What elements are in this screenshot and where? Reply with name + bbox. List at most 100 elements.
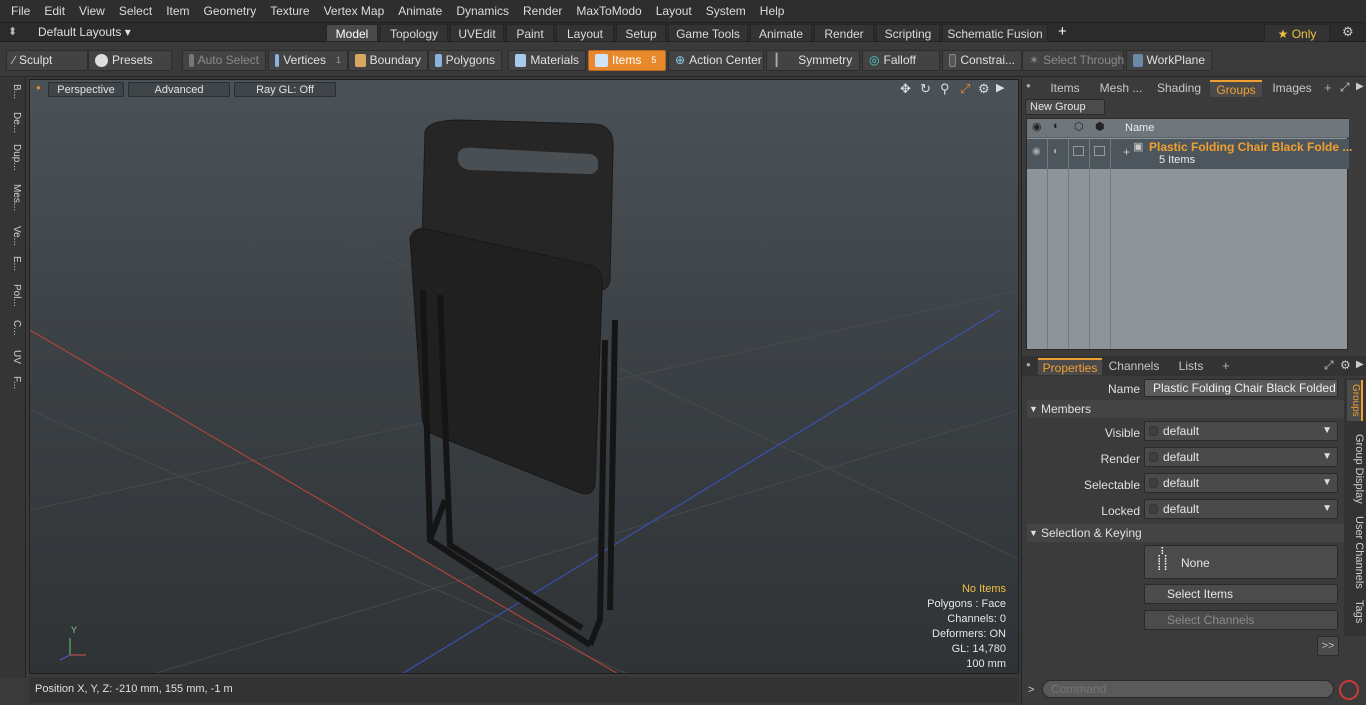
viewport-expand-icon[interactable]: ▶ (996, 81, 1004, 94)
constraints-button[interactable]: Constrai... (942, 50, 1022, 71)
left-tab-curve[interactable]: C... (4, 320, 22, 336)
presets-button[interactable]: Presets (88, 50, 172, 71)
tab-render[interactable]: Render (814, 24, 874, 42)
tab-mesh[interactable]: Mesh ... (1094, 80, 1148, 97)
groups-list[interactable]: ◉ ◐ ⬡ ⬢ Name ◉ ◐ + ▣ Plastic Folding Cha… (1026, 118, 1352, 350)
left-tab-mesh-edit[interactable]: Mes... (4, 184, 22, 211)
panel-menu-dot-icon[interactable]: ● (1026, 81, 1031, 90)
props-maximize-icon[interactable]: ⤢ (1324, 358, 1334, 373)
left-tab-duplicate[interactable]: Dup... (4, 144, 22, 171)
tab-topology[interactable]: Topology (380, 24, 448, 42)
menu-vertex-map[interactable]: Vertex Map (317, 0, 392, 22)
new-group-button[interactable]: New Group (1025, 99, 1105, 115)
tab-game-tools[interactable]: Game Tools (668, 24, 748, 42)
perspective-button[interactable]: Perspective (48, 82, 124, 97)
row-select-checkbox[interactable] (1094, 146, 1105, 156)
menu-system[interactable]: System (699, 0, 753, 22)
add-props-tab-button[interactable]: + (1222, 358, 1230, 373)
left-tab-deform[interactable]: De... (4, 112, 22, 133)
record-macro-icon[interactable] (1339, 680, 1359, 700)
menu-geometry[interactable]: Geometry (197, 0, 264, 22)
menu-help[interactable]: Help (753, 0, 792, 22)
props-gear-icon[interactable]: ⚙ (1340, 358, 1351, 372)
visibility-eye-icon[interactable]: ◉ (1032, 120, 1042, 133)
3d-viewport[interactable]: Y ● Perspective Advanced Ray GL: Off ✥ ↻… (29, 79, 1019, 674)
visible-dropdown[interactable]: default ▼ (1144, 421, 1338, 441)
tab-scripting[interactable]: Scripting (876, 24, 940, 42)
polygons-button[interactable]: Polygons (428, 50, 502, 71)
tab-images[interactable]: Images (1266, 80, 1318, 97)
selection-keying-section-header[interactable]: ▼ Selection & Keying (1027, 524, 1347, 542)
viewport-gear-icon[interactable]: ⚙ (978, 81, 990, 97)
tab-uvedit[interactable]: UVEdit (450, 24, 504, 42)
add-panel-tab-button[interactable]: + (1324, 80, 1332, 95)
menu-maxtomodo[interactable]: MaxToModo (569, 0, 648, 22)
locked-dropdown[interactable]: default ▼ (1144, 499, 1338, 519)
render-dropdown[interactable]: default ▼ (1144, 447, 1338, 467)
menu-view[interactable]: View (72, 0, 112, 22)
menu-edit[interactable]: Edit (37, 0, 72, 22)
falloff-button[interactable]: ◎ Falloff (862, 50, 940, 71)
tab-animate[interactable]: Animate (750, 24, 812, 42)
action-center-button[interactable]: ⊕ Action Center (668, 50, 764, 71)
tab-lists[interactable]: Lists (1166, 358, 1216, 375)
tab-model[interactable]: Model (326, 24, 378, 42)
zoom-view-icon[interactable]: ⚲ (940, 81, 950, 97)
select-cube-icon[interactable]: ⬢ (1095, 120, 1105, 133)
vertices-button[interactable]: Vertices 1 (268, 50, 348, 71)
props-menu-dot-icon[interactable]: ● (1026, 360, 1031, 369)
keying-none-button[interactable]: ⠇ ⠇⠇ ⠇⠇ None (1144, 545, 1338, 579)
props-expand-icon[interactable]: ▶ (1356, 359, 1364, 370)
side-tab-group-display[interactable]: Group Display (1347, 434, 1365, 504)
tab-shading[interactable]: Shading (1150, 80, 1208, 97)
tab-layout[interactable]: Layout (556, 24, 614, 42)
menu-file[interactable]: File (4, 0, 37, 22)
tab-paint[interactable]: Paint (506, 24, 554, 42)
menu-texture[interactable]: Texture (263, 0, 316, 22)
sculpt-button[interactable]: ∕ Sculpt (6, 50, 88, 71)
advanced-shading-button[interactable]: Advanced (128, 82, 230, 97)
left-tab-basic[interactable]: B... (4, 84, 22, 99)
layout-selector[interactable]: Default Layouts ▾ (38, 25, 131, 39)
tab-setup[interactable]: Setup (616, 24, 666, 42)
auto-select-button[interactable]: Auto Select (182, 50, 266, 71)
workplane-button[interactable]: WorkPlane (1126, 50, 1212, 71)
left-tab-polygon[interactable]: Pol... (4, 284, 22, 307)
side-tab-groups[interactable]: Groups (1347, 380, 1363, 421)
layout-arrows-icon[interactable]: ⬍ (8, 25, 17, 38)
side-tab-tags[interactable]: Tags (1347, 600, 1365, 623)
select-channels-button[interactable]: Select Channels (1144, 610, 1338, 630)
tab-groups[interactable]: Groups (1210, 80, 1262, 97)
select-through-button[interactable]: ✶ Select Through (1022, 50, 1124, 71)
rotate-view-icon[interactable]: ↻ (920, 81, 931, 97)
tab-items[interactable]: Items (1038, 80, 1092, 97)
menu-render[interactable]: Render (516, 0, 569, 22)
menu-dynamics[interactable]: Dynamics (449, 0, 516, 22)
only-toggle[interactable]: ★ Only (1264, 24, 1330, 42)
add-tab-button[interactable]: + (1058, 23, 1067, 40)
tab-channels[interactable]: Channels (1104, 358, 1164, 375)
tab-schematic-fusion[interactable]: Schematic Fusion (942, 24, 1048, 42)
selectable-dropdown[interactable]: default ▼ (1144, 473, 1338, 493)
left-tab-uv[interactable]: UV (4, 350, 22, 364)
viewport-options-icon[interactable]: ● (36, 83, 41, 92)
command-input[interactable] (1042, 680, 1334, 698)
boundary-button[interactable]: Boundary (348, 50, 428, 71)
left-tab-fusion[interactable]: F... (4, 376, 22, 389)
symmetry-button[interactable]: ┃ Symmetry (766, 50, 860, 71)
row-render-icon[interactable]: ◐ (1053, 146, 1059, 157)
expand-toggle[interactable]: + (1123, 145, 1130, 159)
render-icon[interactable]: ◐ (1053, 120, 1060, 132)
select-items-button[interactable]: Select Items (1144, 584, 1338, 604)
tab-properties[interactable]: Properties (1038, 358, 1102, 375)
left-tab-edge[interactable]: E... (4, 256, 22, 271)
side-tab-user-channels[interactable]: User Channels (1347, 516, 1365, 589)
gear-icon[interactable]: ⚙ (1342, 24, 1354, 40)
menu-item[interactable]: Item (159, 0, 196, 22)
menu-select[interactable]: Select (112, 0, 159, 22)
move-view-icon[interactable]: ✥ (900, 81, 911, 97)
left-tab-vertex[interactable]: Ve... (4, 226, 22, 246)
raygl-button[interactable]: Ray GL: Off (234, 82, 336, 97)
row-lock-checkbox[interactable] (1073, 146, 1084, 156)
menu-animate[interactable]: Animate (391, 0, 449, 22)
